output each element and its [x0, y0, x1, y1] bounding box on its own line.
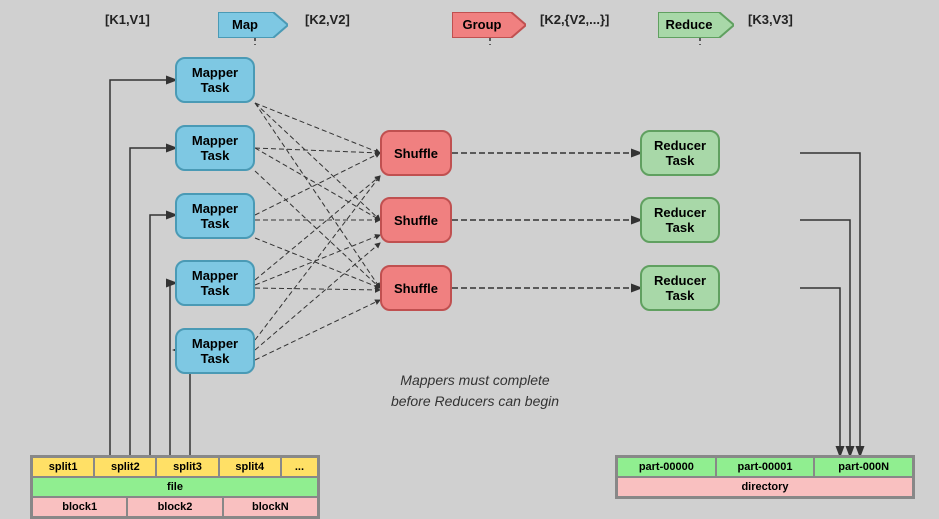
split3-cell: split3	[156, 457, 218, 477]
map-arrow: Map	[218, 12, 288, 38]
block2-cell: block2	[127, 497, 222, 517]
block1-cell: block1	[32, 497, 127, 517]
diagram: [K1,V1] Map [K2,V2] Group [K2,{V2,...}] …	[0, 0, 939, 516]
reduce-arrow: Reduce	[658, 12, 734, 38]
directory-label-cell: directory	[617, 477, 913, 497]
splits-row: split1 split2 split3 split4 ...	[32, 457, 318, 477]
reducer-task-1: Reducer Task	[640, 130, 720, 176]
group-arrow: Group	[452, 12, 526, 38]
mapper-task-1: Mapper Task	[175, 57, 255, 103]
blocks-row: block1 block2 blockN	[32, 497, 318, 517]
blockN-cell: blockN	[223, 497, 318, 517]
split4-cell: split4	[219, 457, 281, 477]
k1v1-label: [K1,V1]	[105, 12, 150, 27]
mapper-task-4: Mapper Task	[175, 260, 255, 306]
file-label-cell: file	[32, 477, 318, 497]
split2-cell: split2	[94, 457, 156, 477]
split1-cell: split1	[32, 457, 94, 477]
file-row: file	[32, 477, 318, 497]
part0-cell: part-00000	[617, 457, 716, 477]
file-table: split1 split2 split3 split4 ... file blo…	[30, 455, 320, 519]
note-text: Mappers must complete before Reducers ca…	[390, 370, 560, 412]
directory-row: directory	[617, 477, 913, 497]
k2v2group-label: [K2,{V2,...}]	[540, 12, 609, 27]
part1-cell: part-00001	[716, 457, 815, 477]
split-ellipsis-cell: ...	[281, 457, 318, 477]
reducer-task-3: Reducer Task	[640, 265, 720, 311]
mapper-task-3: Mapper Task	[175, 193, 255, 239]
svg-text:Group: Group	[463, 17, 502, 32]
diagram-lines	[0, 0, 939, 516]
mapper-task-5: Mapper Task	[175, 328, 255, 374]
reducer-task-2: Reducer Task	[640, 197, 720, 243]
k3v3-label: [K3,V3]	[748, 12, 793, 27]
svg-text:Reduce: Reduce	[666, 17, 713, 32]
parts-row: part-00000 part-00001 part-000N	[617, 457, 913, 477]
shuffle-3: Shuffle	[380, 265, 452, 311]
shuffle-2: Shuffle	[380, 197, 452, 243]
partN-cell: part-000N	[814, 457, 913, 477]
shuffle-1: Shuffle	[380, 130, 452, 176]
svg-text:Map: Map	[232, 17, 258, 32]
mapper-task-2: Mapper Task	[175, 125, 255, 171]
k2v2-label: [K2,V2]	[305, 12, 350, 27]
directory-table: part-00000 part-00001 part-000N director…	[615, 455, 915, 499]
